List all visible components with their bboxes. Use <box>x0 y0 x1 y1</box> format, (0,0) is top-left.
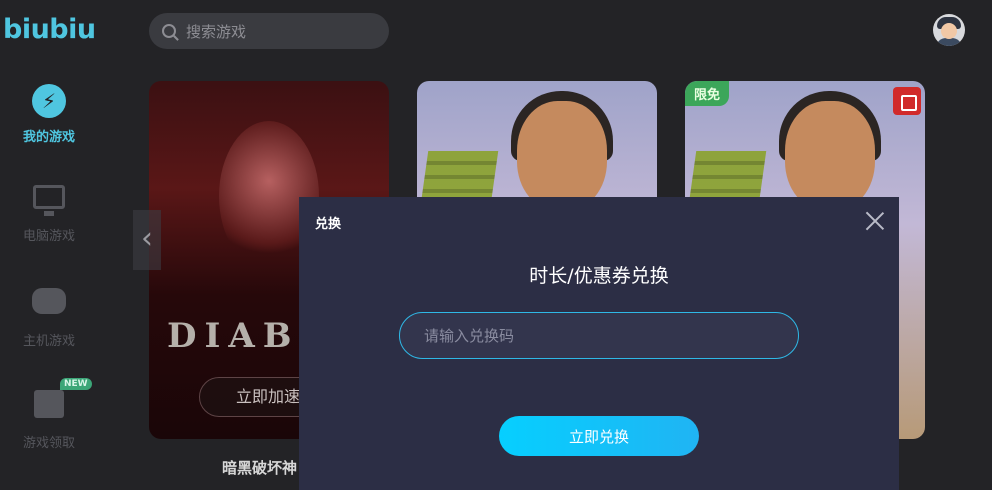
sidebar-item-claim-games[interactable]: 游戏领取 <box>0 390 98 451</box>
close-icon[interactable] <box>865 211 885 231</box>
gamepad-icon <box>32 288 66 314</box>
monitor-icon <box>33 185 65 216</box>
free-badge: 限免 <box>685 81 730 106</box>
search-placeholder: 搜索游戏 <box>186 22 247 41</box>
sidebar-item-label: 电脑游戏 <box>22 229 75 244</box>
redeem-button[interactable]: 立即兑换 <box>499 416 699 456</box>
avatar[interactable] <box>933 14 965 46</box>
gift-icon <box>34 390 64 418</box>
sidebar-item-label: 游戏领取 <box>22 436 75 451</box>
game-name: 暗黑破坏神 <box>222 459 298 477</box>
redeem-code-input[interactable] <box>399 312 799 359</box>
search-box[interactable]: 搜索游戏 <box>149 13 389 49</box>
redeem-dialog: 兑换 时长/优惠券兑换 立即兑换 <box>299 197 899 490</box>
new-badge: NEW <box>60 378 92 390</box>
dialog-header: 兑换 <box>315 217 342 232</box>
game-title-art: DIAB <box>167 316 300 356</box>
dialog-title: 时长/优惠券兑换 <box>529 265 669 287</box>
app-logo: biubiu <box>3 14 96 45</box>
app-window: biubiu 搜索游戏 ⚡ 我的游戏 电脑游戏 主机游戏 游戏领取 NEW DI… <box>0 0 992 490</box>
sidebar-item-console-games[interactable]: 主机游戏 <box>0 288 98 349</box>
lightning-icon: ⚡ <box>32 84 66 118</box>
search-icon <box>162 24 176 38</box>
sidebar-item-label: 主机游戏 <box>22 334 75 349</box>
sidebar-item-label: 我的游戏 <box>22 130 75 145</box>
carousel-prev-button[interactable]: ‹ <box>133 210 161 270</box>
sidebar-item-my-games[interactable]: ⚡ 我的游戏 <box>0 84 98 145</box>
sidebar-item-pc-games[interactable]: 电脑游戏 <box>0 185 98 244</box>
nintendo-switch-icon <box>893 87 921 115</box>
